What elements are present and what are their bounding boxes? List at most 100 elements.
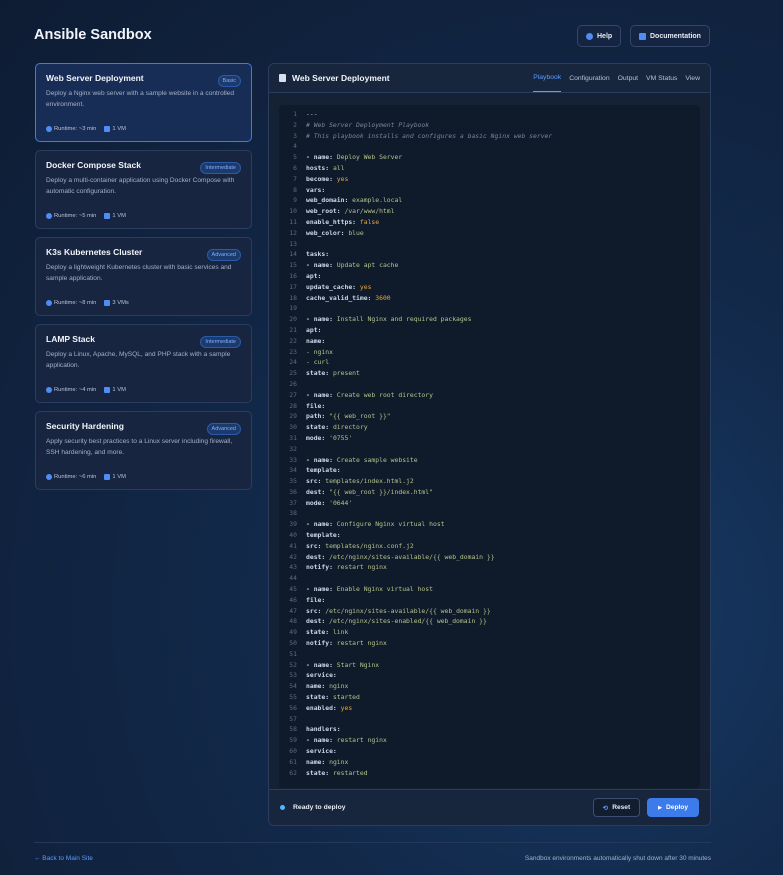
reset-button[interactable]: ⟲ Reset (592, 798, 641, 817)
line-number: 53 (289, 671, 297, 680)
footer-divider (34, 842, 711, 843)
code-token: 3600 (375, 293, 391, 302)
line-number: 45 (289, 585, 297, 594)
code-token: /etc/nginx/sites-enabled/{{ web_domain }… (329, 617, 487, 626)
tab-output[interactable]: Output (618, 64, 638, 92)
play-icon: ▶ (658, 804, 663, 811)
code-token: dest: (306, 487, 330, 496)
vm-count-text: 1 VM (112, 126, 126, 132)
runtime-text: Runtime: ~6 min (54, 474, 97, 480)
clock-icon (46, 387, 52, 393)
line-number: 31 (289, 433, 297, 442)
tab-view[interactable]: View (685, 64, 700, 92)
code-token: Create web root directory (336, 390, 433, 399)
scenario-card[interactable]: LAMP Stack Intermediate Deploy a Linux, Ap… (35, 324, 252, 403)
clock-icon (46, 126, 52, 132)
vm-count-text: 1 VM (112, 213, 126, 219)
server-icon (104, 126, 111, 132)
line-number: 50 (289, 639, 297, 648)
line-number: 10 (289, 207, 297, 216)
vm-count: 1 VM (104, 126, 126, 132)
scenario-card[interactable]: Docker Compose Stack Intermediate Deploy a… (35, 150, 252, 229)
deploy-button[interactable]: ▶ Deploy (647, 798, 699, 817)
code-token: - name: (306, 660, 337, 669)
code-token: blue (348, 228, 364, 237)
status-text: Ready to deploy (293, 804, 346, 811)
server-icon (104, 213, 111, 219)
code-token: - curl (306, 358, 330, 367)
line-number: 61 (289, 757, 297, 766)
footer-note: Sandbox environments automatically shut … (524, 855, 711, 862)
scenario-meta: Runtime: ~5 min 1 VM (46, 213, 126, 219)
code-line: 45 - name: Enable Nginx virtual host (279, 584, 700, 595)
code-token: enable_https: (306, 217, 360, 226)
code-line: 33 - name: Create sample website (279, 455, 700, 466)
tab-playbook[interactable]: Playbook (533, 64, 562, 92)
runtime: Runtime: ~3 min (46, 126, 96, 132)
tab-vm-status[interactable]: VM Status (646, 64, 677, 92)
documentation-button[interactable]: Documentation (630, 25, 710, 47)
code-line: 26 (279, 379, 700, 390)
help-button[interactable]: Help (577, 25, 622, 47)
editor-title: Web Server Deployment (292, 73, 390, 83)
scenario-card[interactable]: Security Hardening Advanced Apply security… (35, 411, 252, 490)
file-icon (279, 74, 286, 82)
line-number: 35 (289, 477, 297, 486)
line-number: 40 (289, 531, 297, 540)
code-line: 1 --- (279, 109, 700, 120)
code-line: 14 tasks: (279, 249, 700, 260)
app-title: Ansible Sandbox (34, 27, 152, 43)
code-token: restart nginx (336, 639, 387, 648)
line-number: 23 (289, 347, 297, 356)
line-number: 60 (289, 747, 297, 756)
code-line: 34 template: (279, 465, 700, 476)
code-token: # This playbook installs and configures … (306, 131, 553, 140)
line-number: 6 (293, 163, 297, 172)
code-token: "{{ web_root }}/index.html" (329, 487, 433, 496)
code-line: 29 path: "{{ web_root }}" (279, 411, 700, 422)
line-number: 15 (289, 261, 297, 270)
line-number: 42 (289, 552, 297, 561)
code-editor[interactable]: 1 --- 2 # Web Server Deployment Playbook 3 # … (279, 105, 700, 788)
scenario-meta: Runtime: ~3 min 1 VM (46, 126, 126, 132)
vm-count: 1 VM (104, 387, 126, 393)
code-line: 23 - nginx (279, 347, 700, 358)
scenario-meta: Runtime: ~6 min 1 VM (46, 474, 126, 480)
code-token: mode: (306, 498, 330, 507)
line-number: 21 (289, 325, 297, 334)
code-token: state: (306, 628, 333, 637)
code-token: '0644' (329, 498, 353, 507)
runtime: Runtime: ~8 min (46, 300, 96, 306)
vm-count: 3 VMs (104, 300, 129, 306)
scenario-card[interactable]: Web Server Deployment Basic Deploy a Nginx… (35, 63, 252, 142)
code-line: 19 (279, 303, 700, 314)
line-number: 13 (289, 239, 297, 248)
code-line: 16 apt: (279, 271, 700, 282)
clock-icon (46, 474, 52, 480)
line-number: 34 (289, 466, 297, 475)
line-number: 36 (289, 487, 297, 496)
code-token: Enable Nginx virtual host (336, 585, 433, 594)
code-token: - name: (306, 390, 337, 399)
code-line: 27 - name: Create web root directory (279, 390, 700, 401)
runtime: Runtime: ~6 min (46, 474, 96, 480)
code-token: file: (306, 401, 326, 410)
code-token: all (332, 163, 345, 172)
code-token: - nginx (306, 347, 333, 356)
code-token: Update apt cache (336, 261, 399, 270)
code-line: 44 (279, 573, 700, 584)
difficulty-badge: Intermediate (200, 162, 241, 174)
code-line: 32 (279, 444, 700, 455)
code-line: 56 enabled: yes (279, 703, 700, 714)
code-token: - name: (306, 455, 337, 464)
code-line: 59 - name: restart nginx (279, 735, 700, 746)
scenario-card[interactable]: K3s Kubernetes Cluster Advanced Deploy a l… (35, 237, 252, 316)
back-to-main-link[interactable]: ← Back to Main Site (34, 855, 93, 862)
tab-configuration[interactable]: Configuration (569, 64, 609, 92)
line-number: 12 (289, 228, 297, 237)
code-token: template: (306, 531, 341, 540)
code-line: 57 (279, 714, 700, 725)
line-number: 58 (289, 725, 297, 734)
reset-label: Reset (612, 804, 631, 811)
line-number: 38 (289, 509, 297, 518)
